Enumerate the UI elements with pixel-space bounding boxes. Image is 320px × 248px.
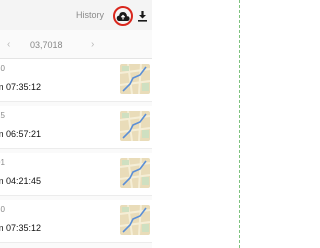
record-start-time: 30 (0, 205, 5, 214)
dashed-divider (239, 0, 240, 248)
route-map-thumbnail[interactable] (120, 64, 150, 94)
download-icon[interactable] (137, 10, 148, 22)
record-start-time: 15 (0, 111, 5, 120)
cloud-sync-icon[interactable] (116, 10, 130, 22)
history-row[interactable]: 01 m 04:21:45 (0, 153, 152, 196)
previous-date-button[interactable]: ‹ (7, 39, 10, 50)
record-duration: m 07:35:12 (0, 223, 42, 233)
history-row[interactable]: 15 m 06:57:21 (0, 106, 152, 149)
route-map-thumbnail[interactable] (120, 205, 150, 235)
route-map-thumbnail[interactable] (120, 158, 150, 188)
date-navigator: ‹ 03,7018 › (0, 32, 152, 59)
record-duration: m 07:35:12 (0, 82, 42, 92)
history-row[interactable]: 30 m 07:35:12 (0, 59, 152, 102)
record-start-time: 30 (0, 64, 5, 73)
title-bar: History (0, 0, 152, 30)
record-start-time: 01 (0, 158, 5, 167)
next-date-button[interactable]: › (91, 39, 94, 50)
page-title: History (75, 10, 104, 20)
history-panel: History ‹ 03,7018 › 30 m 07:35:12 (0, 0, 152, 248)
current-date: 03,7018 (30, 40, 63, 50)
history-row[interactable]: 30 m 07:35:12 (0, 200, 152, 243)
record-duration: m 06:57:21 (0, 129, 42, 139)
record-duration: m 04:21:45 (0, 176, 42, 186)
history-list: 30 m 07:35:12 15 m 06:57:21 01 m (0, 59, 152, 247)
route-map-thumbnail[interactable] (120, 111, 150, 141)
